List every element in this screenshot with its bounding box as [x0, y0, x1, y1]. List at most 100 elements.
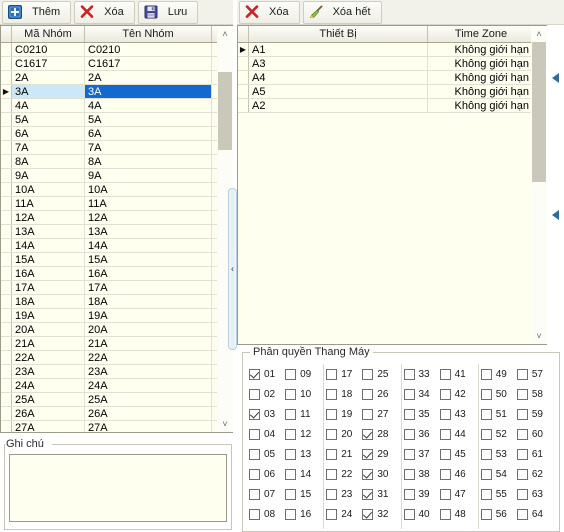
permission-checkbox[interactable]: [285, 408, 297, 420]
row-indicator[interactable]: ▶: [1, 85, 12, 98]
permission-checkbox-row[interactable]: 41: [439, 364, 476, 384]
table-row[interactable]: A4 Không giới hạn: [238, 71, 546, 85]
row-indicator[interactable]: [1, 407, 12, 420]
permission-checkbox-row[interactable]: 13: [285, 444, 321, 464]
permission-checkbox[interactable]: [285, 468, 297, 480]
cell-group-code[interactable]: C1617: [12, 57, 85, 70]
permission-checkbox[interactable]: [516, 448, 528, 460]
permission-checkbox-row[interactable]: 07: [249, 484, 285, 504]
table-row[interactable]: 7A 7A: [1, 141, 232, 155]
row-indicator[interactable]: [1, 43, 12, 56]
permission-checkbox[interactable]: [480, 508, 492, 520]
permission-checkbox-row[interactable]: 31: [362, 484, 398, 504]
permission-checkbox-row[interactable]: 22: [326, 464, 362, 484]
permission-checkbox[interactable]: [516, 388, 528, 400]
permission-checkbox-row[interactable]: 46: [439, 464, 476, 484]
permission-checkbox[interactable]: [439, 388, 451, 400]
cell-group-name[interactable]: 23A: [85, 365, 212, 378]
permission-checkbox-row[interactable]: 29: [362, 444, 398, 464]
permission-checkbox-row[interactable]: 21: [326, 444, 362, 464]
permission-checkbox-row[interactable]: 38: [403, 464, 440, 484]
permission-checkbox[interactable]: [439, 428, 451, 440]
row-indicator[interactable]: [1, 57, 12, 70]
permission-checkbox[interactable]: [285, 428, 297, 440]
note-input[interactable]: [9, 454, 227, 522]
permission-checkbox-row[interactable]: 24: [326, 504, 362, 524]
permission-checkbox[interactable]: [439, 368, 451, 380]
cell-group-name[interactable]: 19A: [85, 309, 212, 322]
permission-checkbox[interactable]: [480, 468, 492, 480]
permission-checkbox[interactable]: [249, 488, 260, 500]
permission-checkbox[interactable]: [326, 508, 338, 520]
table-row[interactable]: 4A 4A: [1, 99, 232, 113]
cell-group-code[interactable]: 5A: [12, 113, 85, 126]
cell-group-code[interactable]: 2A: [12, 71, 85, 84]
permission-checkbox-row[interactable]: 60: [516, 424, 553, 444]
save-button[interactable]: Lưu: [137, 0, 199, 24]
panel-splitter[interactable]: ‹: [228, 188, 237, 350]
permission-checkbox[interactable]: [362, 488, 374, 500]
permission-checkbox[interactable]: [480, 388, 492, 400]
cell-timezone[interactable]: Không giới hạn: [428, 57, 535, 70]
devices-scrollbar[interactable]: ˄ ˅: [531, 26, 547, 344]
permission-checkbox-row[interactable]: 18: [326, 384, 362, 404]
cell-group-name[interactable]: 27A: [85, 421, 212, 432]
permission-checkbox-row[interactable]: 12: [285, 424, 321, 444]
permission-checkbox-row[interactable]: 15: [285, 484, 321, 504]
scroll-up-arrow-icon[interactable]: ˄: [217, 26, 233, 42]
row-indicator[interactable]: [1, 225, 12, 238]
cell-group-name[interactable]: 18A: [85, 295, 212, 308]
scroll-down-arrow-icon[interactable]: ˅: [531, 328, 547, 344]
row-indicator[interactable]: [1, 323, 12, 336]
permission-checkbox-row[interactable]: 53: [480, 444, 517, 464]
permission-checkbox-row[interactable]: 36: [403, 424, 440, 444]
table-row[interactable]: 25A 25A: [1, 393, 232, 407]
delete-button[interactable]: Xóa: [74, 0, 135, 24]
permission-checkbox[interactable]: [480, 488, 492, 500]
cell-group-name[interactable]: 16A: [85, 267, 212, 280]
cell-device[interactable]: A5: [249, 85, 428, 98]
table-row[interactable]: 16A 16A: [1, 267, 232, 281]
cell-group-name[interactable]: 7A: [85, 141, 212, 154]
permission-checkbox[interactable]: [439, 448, 451, 460]
row-indicator[interactable]: [1, 379, 12, 392]
permission-checkbox-row[interactable]: 33: [403, 364, 440, 384]
permission-checkbox-row[interactable]: 64: [516, 504, 553, 524]
row-indicator[interactable]: [1, 183, 12, 196]
permission-checkbox[interactable]: [249, 468, 260, 480]
permission-checkbox[interactable]: [362, 508, 374, 520]
permission-checkbox-row[interactable]: 10: [285, 384, 321, 404]
row-indicator[interactable]: [1, 337, 12, 350]
cell-device[interactable]: A4: [249, 71, 428, 84]
cell-group-code[interactable]: 25A: [12, 393, 85, 406]
permission-checkbox-row[interactable]: 09: [285, 364, 321, 384]
edge-collapse-arrow-bottom-icon[interactable]: [552, 210, 559, 220]
cell-group-code[interactable]: 4A: [12, 99, 85, 112]
permission-checkbox-row[interactable]: 58: [516, 384, 553, 404]
row-indicator[interactable]: [1, 281, 12, 294]
permission-checkbox-row[interactable]: 52: [480, 424, 517, 444]
cell-group-code[interactable]: 19A: [12, 309, 85, 322]
table-row[interactable]: 24A 24A: [1, 379, 232, 393]
table-row[interactable]: 14A 14A: [1, 239, 232, 253]
table-row[interactable]: A3 Không giới hạn: [238, 57, 546, 71]
permission-checkbox-row[interactable]: 05: [249, 444, 285, 464]
permission-checkbox-row[interactable]: 45: [439, 444, 476, 464]
table-row[interactable]: 9A 9A: [1, 169, 232, 183]
permission-checkbox[interactable]: [480, 368, 492, 380]
row-indicator[interactable]: [238, 57, 249, 70]
permission-checkbox-row[interactable]: 54: [480, 464, 517, 484]
cell-group-name[interactable]: 14A: [85, 239, 212, 252]
scroll-down-arrow-icon[interactable]: ˅: [217, 416, 233, 432]
permission-checkbox[interactable]: [439, 508, 451, 520]
cell-group-name[interactable]: 24A: [85, 379, 212, 392]
cell-group-name[interactable]: 12A: [85, 211, 212, 224]
cell-group-name[interactable]: 22A: [85, 351, 212, 364]
row-indicator[interactable]: [1, 421, 12, 432]
row-indicator[interactable]: [1, 197, 12, 210]
cell-group-name[interactable]: 8A: [85, 155, 212, 168]
permission-checkbox-row[interactable]: 04: [249, 424, 285, 444]
permission-checkbox[interactable]: [362, 408, 374, 420]
table-row[interactable]: 12A 12A: [1, 211, 232, 225]
permission-checkbox[interactable]: [480, 408, 492, 420]
